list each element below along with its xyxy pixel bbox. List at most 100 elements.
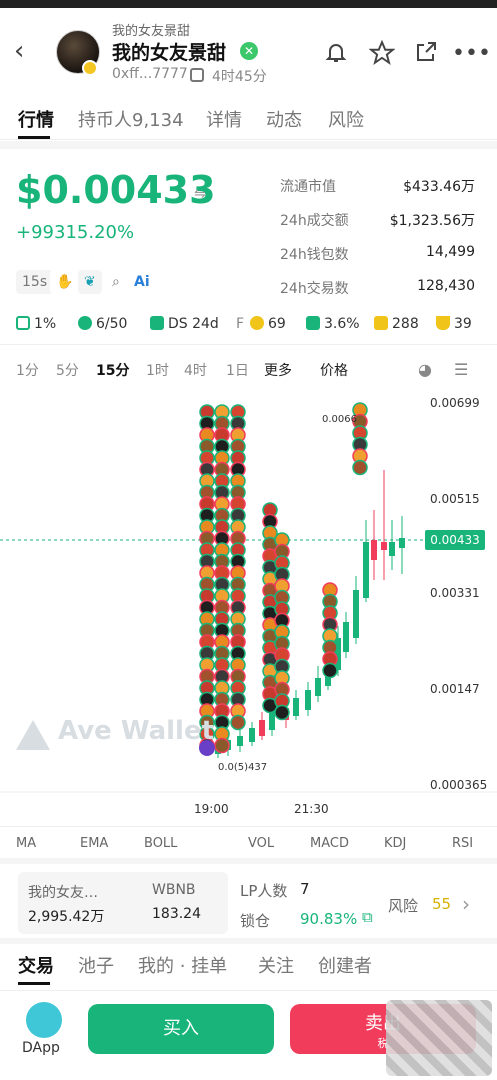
interval-15m[interactable]: 15分 <box>96 360 129 380</box>
token-name: 我的女友景甜 <box>112 42 227 64</box>
chevron-right-icon[interactable]: › <box>462 892 470 916</box>
back-icon[interactable]: ‹ <box>14 36 36 66</box>
tab-risk[interactable]: 风险 <box>328 106 364 132</box>
divider <box>0 858 497 864</box>
current-price-tag: 0.00433 <box>425 530 485 550</box>
lock-label: 锁仓 <box>240 912 271 930</box>
indicator-ma[interactable]: MA <box>16 836 36 851</box>
dapp-label[interactable]: DApp <box>22 1040 60 1056</box>
stat-label-mcap: 流通市值 <box>280 179 336 195</box>
stat-value-wallets: 14,499 <box>426 244 475 260</box>
trader-avatar-marker <box>322 662 338 679</box>
lock-value: 90.83% <box>300 910 358 928</box>
trader-avatar-marker <box>230 714 246 731</box>
chip-interval[interactable]: 15s <box>16 270 54 294</box>
interval-1m[interactable]: 1分 <box>16 360 39 380</box>
stat-value-volume: $1,323.56万 <box>389 213 475 229</box>
candle-body <box>305 690 311 710</box>
tab-pool[interactable]: 池子 <box>78 952 114 978</box>
indicator-rsi[interactable]: RSI <box>452 836 473 851</box>
tab-watch[interactable]: 关注 <box>258 952 294 978</box>
stat-value-mcap: $433.46万 <box>403 179 475 195</box>
candle-body <box>293 698 299 716</box>
more-icon[interactable]: ••• <box>452 40 491 68</box>
badge-percent: 3.6% <box>306 312 360 336</box>
candle-body <box>389 542 395 556</box>
tab-my-orders[interactable]: 我的 · 挂单 <box>138 952 227 978</box>
pool-quote-label: WBNB <box>152 882 196 898</box>
high-label: 0.0066 <box>322 414 357 425</box>
divider <box>0 141 497 149</box>
candle-body <box>353 590 359 638</box>
top-tabs: 行情 持币人9,134 详情 动态 风险 <box>0 100 497 140</box>
badge-coins: 288 <box>374 312 419 336</box>
price-chart[interactable]: Ave Wallet 0.0066 0.0(5)437 0.00699 0.00… <box>0 390 497 830</box>
bottom-tab-underline <box>18 982 50 985</box>
y-tick: 0.00515 <box>430 492 480 506</box>
tab-details[interactable]: 详情 <box>206 106 242 132</box>
tab-creator[interactable]: 创建者 <box>318 952 372 978</box>
divider <box>0 826 497 827</box>
badge-score: 69 <box>250 312 286 336</box>
candle-body <box>343 622 349 652</box>
copy-icon[interactable] <box>190 68 204 82</box>
chain-badge-icon <box>82 60 98 76</box>
divider <box>0 344 497 345</box>
lp-count-label: LP人数 <box>240 882 288 900</box>
candle-body <box>399 538 405 548</box>
ai-button[interactable]: Ai <box>128 270 156 294</box>
x-tick: 19:00 <box>194 802 229 816</box>
tab-activity[interactable]: 动态 <box>266 106 302 132</box>
interval-4h[interactable]: 4时 <box>184 360 207 380</box>
settings-icon[interactable]: ☰ <box>454 360 468 379</box>
stat-label-trades: 24h交易数 <box>280 281 349 297</box>
pool-token-value: 2,995.42万 <box>28 909 105 925</box>
search-icon[interactable]: ⌕ <box>106 270 126 294</box>
indicator-boll[interactable]: BOLL <box>144 836 177 851</box>
external-link-icon[interactable]: ⧉ <box>362 908 373 926</box>
hand-icon[interactable]: ✋ <box>50 270 73 294</box>
divider <box>0 938 497 944</box>
bell-icon[interactable] <box>322 40 350 68</box>
indicator-ema[interactable]: EMA <box>80 836 108 851</box>
star-icon[interactable] <box>368 39 396 68</box>
tab-trades[interactable]: 交易 <box>18 952 54 978</box>
status-bar <box>0 0 497 8</box>
candle-body <box>315 678 321 696</box>
leaf-icon[interactable]: ❦ <box>78 270 102 294</box>
stat-label-volume: 24h成交额 <box>280 213 349 229</box>
candle-body <box>363 542 369 598</box>
price-toggle[interactable]: 价格 <box>320 360 348 380</box>
tab-underline <box>18 136 50 139</box>
indicator-kdj[interactable]: KDJ <box>384 836 406 851</box>
price-change: +99315.20% <box>16 222 135 243</box>
y-tick: 0.000365 <box>430 778 488 792</box>
pool-card[interactable]: 我的女友… 2,995.42万 WBNB 183.24 <box>18 872 228 934</box>
trader-avatar-marker <box>214 737 230 754</box>
current-price: $0.00433 <box>16 168 216 212</box>
badge-ds: DS 24d <box>150 312 219 336</box>
share-icon[interactable] <box>412 40 440 68</box>
pancakeswap-icon[interactable] <box>26 1002 62 1038</box>
indicator-vol[interactable]: VOL <box>248 836 274 851</box>
y-tick: 0.00699 <box>430 396 480 410</box>
candle-body <box>371 540 377 560</box>
risk-label: 风险 <box>388 897 419 915</box>
token-subtitle: 我的女友景甜 <box>112 24 191 39</box>
interval-1d[interactable]: 1日 <box>226 360 249 380</box>
token-age: 4时45分 <box>212 69 267 85</box>
badge-holders: 6/50 <box>78 312 127 336</box>
draw-icon[interactable]: ◕ <box>418 360 432 379</box>
tab-holders[interactable]: 持币人9,134 <box>78 106 184 132</box>
interval-5m[interactable]: 5分 <box>56 360 79 380</box>
contract-address: 0xff...7777 <box>112 66 188 82</box>
buy-button[interactable]: 买入 <box>88 1004 274 1054</box>
stat-value-trades: 128,430 <box>417 278 475 294</box>
interval-1h[interactable]: 1时 <box>146 360 169 380</box>
indicator-macd[interactable]: MACD <box>310 836 349 851</box>
interval-more[interactable]: 更多 <box>264 360 292 380</box>
stat-label-wallets: 24h钱包数 <box>280 247 349 263</box>
trader-avatar-marker <box>274 704 290 721</box>
tab-market[interactable]: 行情 <box>18 106 54 132</box>
swap-units-icon[interactable]: ⇋ <box>194 186 206 202</box>
